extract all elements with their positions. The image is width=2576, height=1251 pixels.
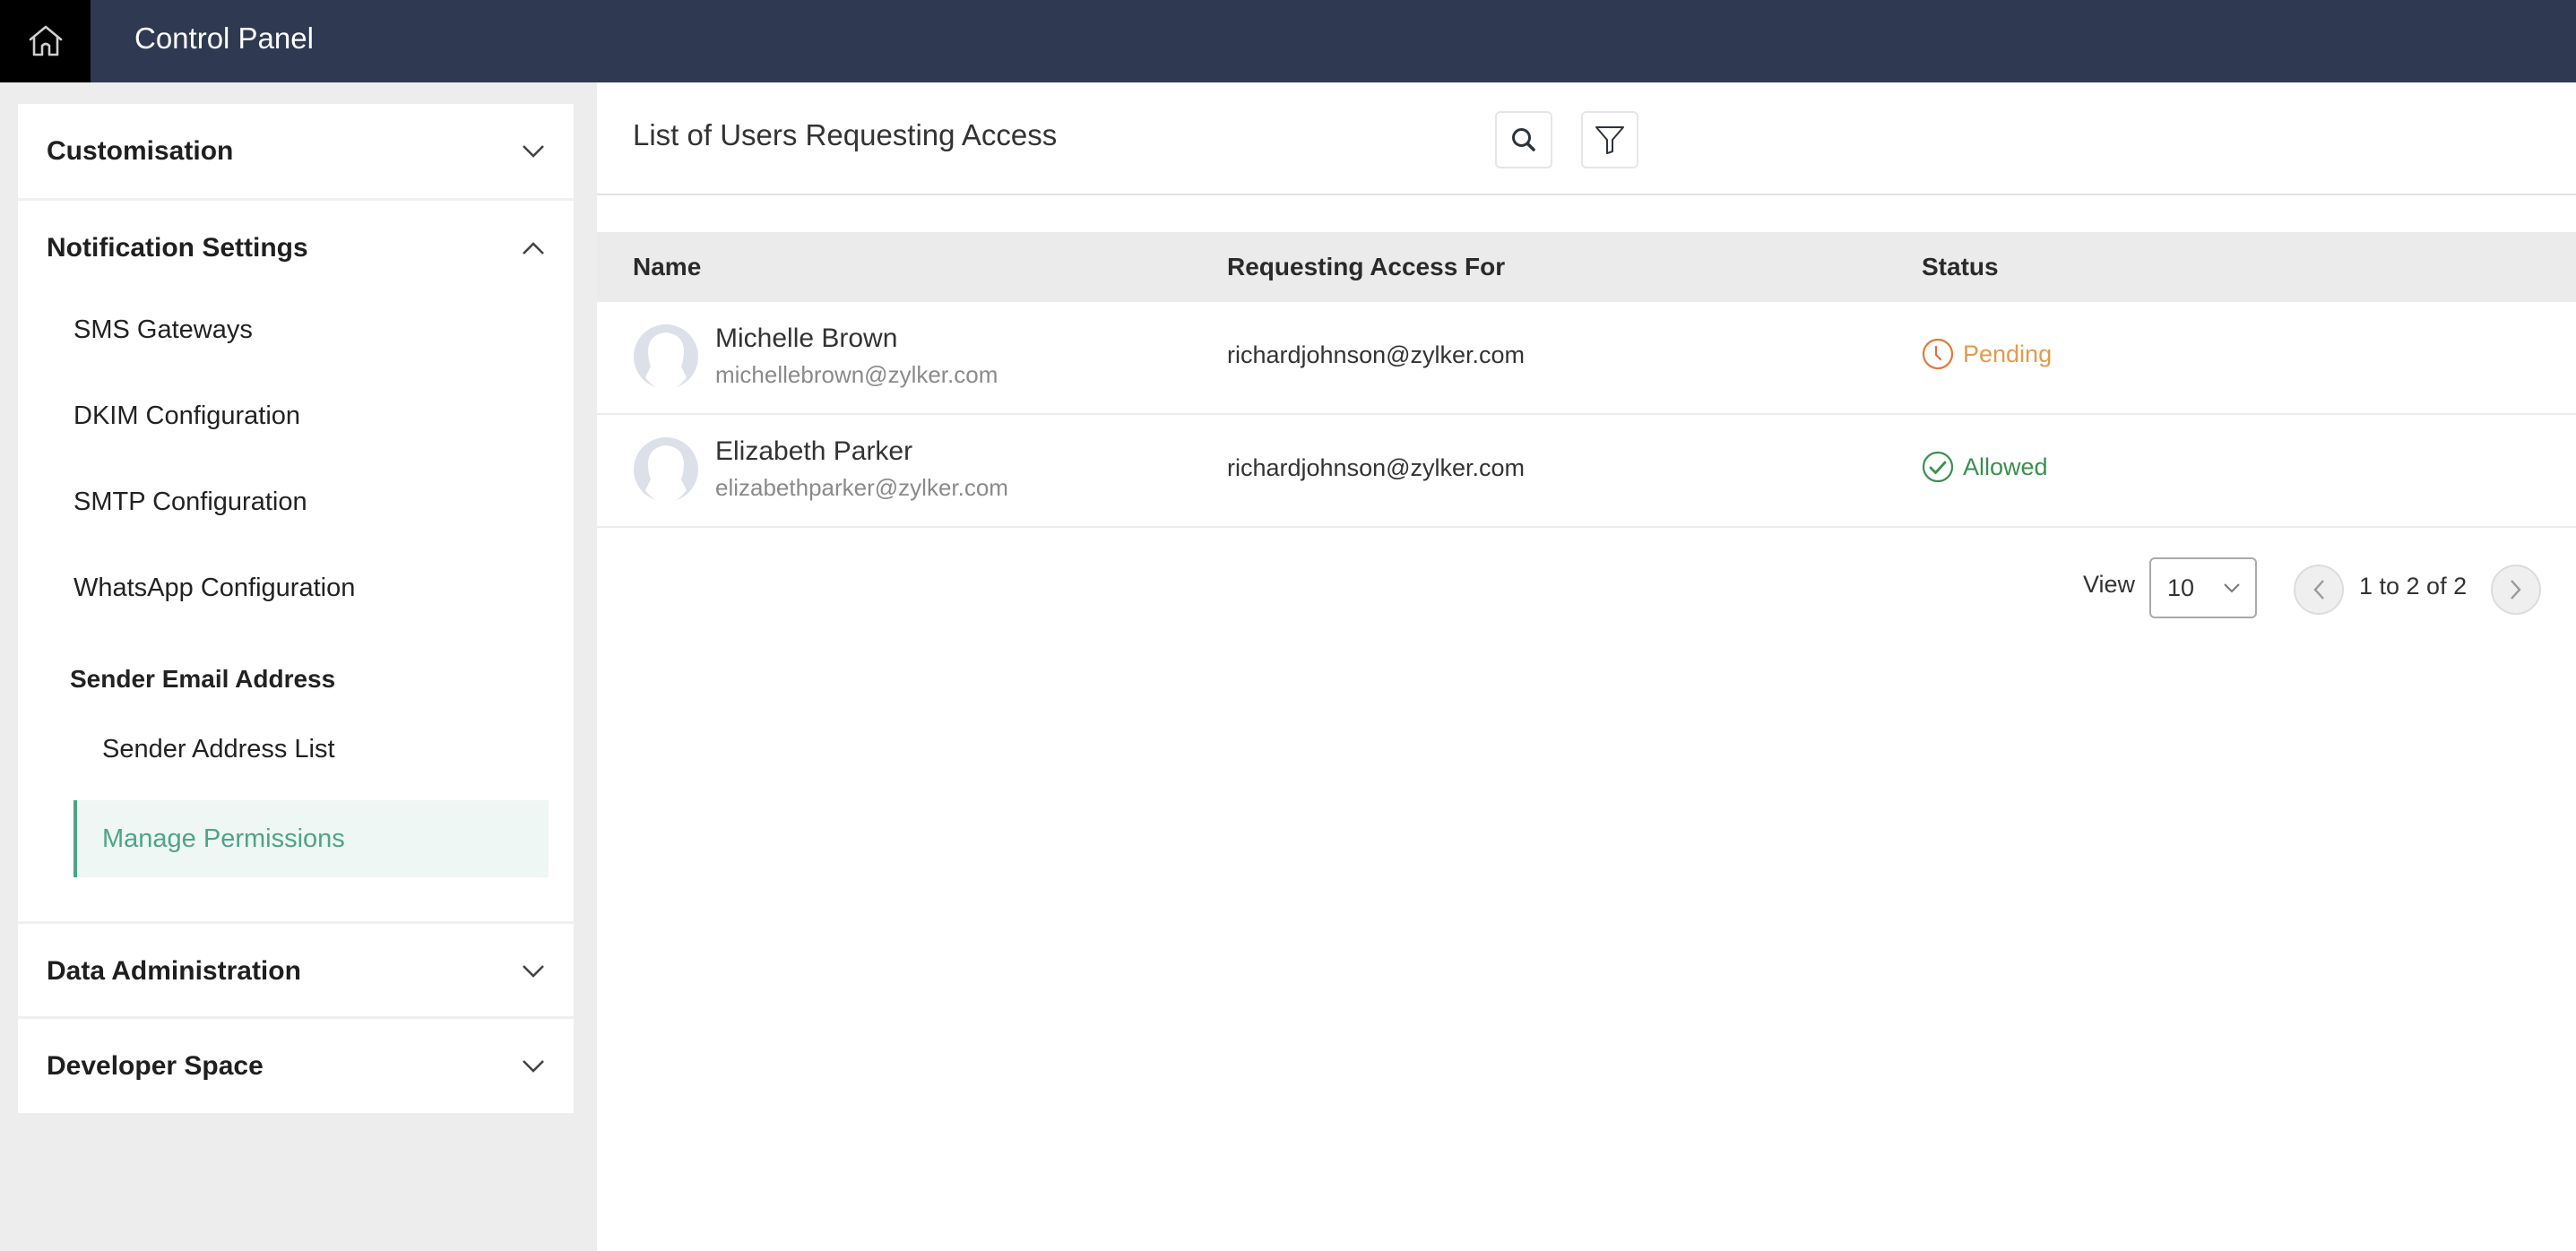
sidebar-section-customisation[interactable]: Customisation — [18, 104, 574, 198]
sidebar-item-dkim-configuration[interactable]: DKIM Configuration — [73, 401, 300, 431]
column-header-name[interactable]: Name — [633, 232, 701, 302]
previous-page-button[interactable] — [2294, 565, 2344, 615]
chevron-down-icon — [523, 144, 544, 158]
sidebar-item-whatsapp-configuration[interactable]: WhatsApp Configuration — [73, 574, 355, 603]
chevron-down-icon — [523, 964, 544, 978]
section-label: Customisation — [47, 135, 234, 166]
user-email: michellebrown@zylker.com — [715, 361, 998, 388]
sidebar-item-sms-gateways[interactable]: SMS Gateways — [73, 315, 253, 345]
view-label: View — [2083, 571, 2136, 598]
sidebar-section-data-administration[interactable]: Data Administration — [18, 924, 574, 1018]
divider — [597, 194, 2576, 195]
filter-icon — [1595, 126, 1624, 154]
main-panel: List of Users Requesting Access Name Req… — [597, 82, 2576, 1251]
requesting-access-for: richardjohnson@zylker.com — [1227, 454, 1526, 481]
chevron-left-icon — [2313, 580, 2324, 600]
status-badge: Pending — [1922, 338, 2052, 370]
page-size-value: 10 — [2167, 574, 2195, 601]
app-title: Control Panel — [134, 22, 314, 55]
sidebar: Customisation Notification Settings SMS … — [18, 104, 574, 1113]
status-text: Allowed — [1963, 453, 2048, 480]
user-name: Elizabeth Parker — [715, 436, 913, 466]
avatar — [634, 437, 698, 503]
status-badge: Allowed — [1922, 451, 2048, 483]
section-label: Developer Space — [47, 1050, 264, 1081]
top-bar: Control Panel — [0, 0, 2576, 82]
table-row[interactable]: Michelle Brown michellebrown@zylker.com … — [597, 302, 2576, 415]
next-page-button[interactable] — [2491, 565, 2541, 615]
page-title: List of Users Requesting Access — [633, 118, 1058, 151]
search-button[interactable] — [1495, 111, 1552, 168]
home-icon — [29, 25, 62, 56]
home-button[interactable] — [0, 0, 91, 82]
chevron-right-icon — [2511, 580, 2521, 600]
chevron-down-icon — [523, 1059, 544, 1073]
pagination-range: 1 to 2 of 2 — [2359, 573, 2468, 600]
section-label: Data Administration — [47, 955, 301, 986]
table-header: Name Requesting Access For Status — [597, 232, 2576, 302]
status-text: Pending — [1963, 340, 2053, 367]
user-email: elizabethparker@zylker.com — [715, 474, 1008, 501]
table-row[interactable]: Elizabeth Parker elizabethparker@zylker.… — [597, 415, 2576, 528]
sidebar-group-sender-email-address: Sender Email Address — [70, 665, 336, 693]
sidebar-item-label: Manage Permissions — [102, 824, 345, 853]
avatar — [634, 324, 698, 390]
sidebar-item-smtp-configuration[interactable]: SMTP Configuration — [73, 487, 307, 517]
clock-icon — [1922, 338, 1954, 370]
sidebar-section-notification-settings[interactable]: Notification Settings — [18, 201, 574, 295]
section-label: Notification Settings — [47, 232, 308, 263]
chevron-down-icon — [2224, 583, 2240, 593]
sidebar-item-sender-address-list[interactable]: Sender Address List — [102, 735, 335, 764]
filter-button[interactable] — [1581, 111, 1638, 168]
sidebar-item-manage-permissions[interactable]: Manage Permissions — [73, 800, 549, 877]
requesting-access-for: richardjohnson@zylker.com — [1227, 341, 1526, 368]
column-header-status[interactable]: Status — [1922, 232, 1999, 302]
chevron-up-icon — [523, 241, 544, 255]
search-icon — [1512, 128, 1535, 151]
user-name: Michelle Brown — [715, 324, 898, 353]
column-header-requesting-access-for[interactable]: Requesting Access For — [1227, 232, 1505, 302]
page-size-select[interactable]: 10 — [2149, 557, 2257, 618]
check-circle-icon — [1922, 451, 1954, 483]
sidebar-section-developer-space[interactable]: Developer Space — [18, 1019, 574, 1113]
